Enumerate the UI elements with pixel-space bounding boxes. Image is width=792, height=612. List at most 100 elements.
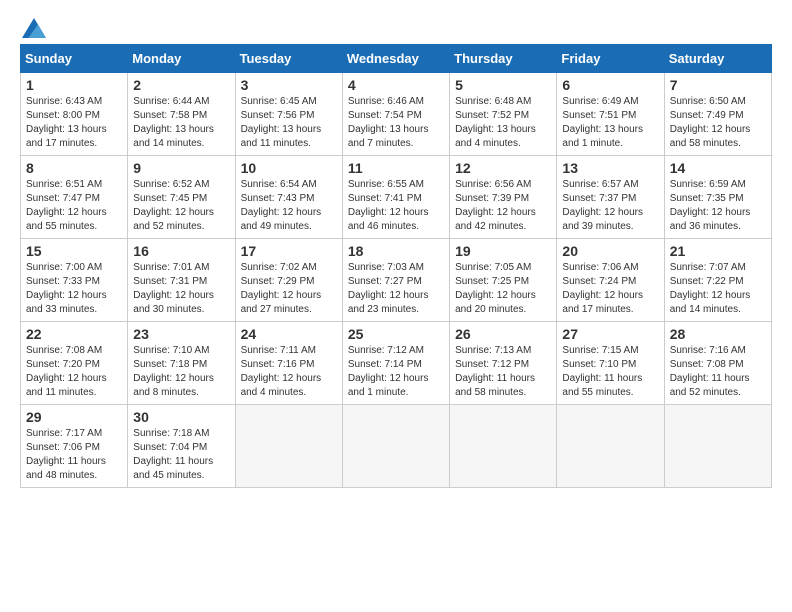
day-info: Sunrise: 7:17 AM Sunset: 7:06 PM Dayligh… bbox=[26, 427, 122, 483]
day-number: 19 bbox=[455, 243, 551, 259]
calendar-day-cell bbox=[450, 405, 557, 488]
day-info: Sunrise: 7:18 AM Sunset: 7:04 PM Dayligh… bbox=[133, 427, 229, 483]
day-info: Sunrise: 7:06 AM Sunset: 7:24 PM Dayligh… bbox=[562, 261, 658, 317]
day-number: 17 bbox=[241, 243, 337, 259]
day-number: 9 bbox=[133, 160, 229, 176]
day-number: 27 bbox=[562, 326, 658, 342]
column-header-saturday: Saturday bbox=[664, 45, 771, 73]
calendar-day-cell bbox=[557, 405, 664, 488]
day-number: 29 bbox=[26, 409, 122, 425]
day-info: Sunrise: 7:15 AM Sunset: 7:10 PM Dayligh… bbox=[562, 344, 658, 400]
logo bbox=[20, 20, 46, 34]
calendar-day-cell: 22 Sunrise: 7:08 AM Sunset: 7:20 PM Dayli… bbox=[21, 322, 128, 405]
column-header-sunday: Sunday bbox=[21, 45, 128, 73]
day-info: Sunrise: 7:08 AM Sunset: 7:20 PM Dayligh… bbox=[26, 344, 122, 400]
day-info: Sunrise: 6:57 AM Sunset: 7:37 PM Dayligh… bbox=[562, 178, 658, 234]
calendar-day-cell: 9Sunrise: 6:52 AM Sunset: 7:45 PM Daylig… bbox=[128, 156, 235, 239]
calendar-week-row: 22 Sunrise: 7:08 AM Sunset: 7:20 PM Dayli… bbox=[21, 322, 772, 405]
day-info: Sunrise: 7:13 AM Sunset: 7:12 PM Dayligh… bbox=[455, 344, 551, 400]
day-number: 25 bbox=[348, 326, 444, 342]
column-header-tuesday: Tuesday bbox=[235, 45, 342, 73]
day-number: 11 bbox=[348, 160, 444, 176]
calendar-day-cell bbox=[235, 405, 342, 488]
day-info: Sunrise: 7:00 AM Sunset: 7:33 PM Dayligh… bbox=[26, 261, 122, 317]
day-info: Sunrise: 6:54 AM Sunset: 7:43 PM Dayligh… bbox=[241, 178, 337, 234]
calendar-week-row: 15 Sunrise: 7:00 AM Sunset: 7:33 PM Dayli… bbox=[21, 239, 772, 322]
day-info: Sunrise: 7:11 AM Sunset: 7:16 PM Dayligh… bbox=[241, 344, 337, 400]
day-info: Sunrise: 6:55 AM Sunset: 7:41 PM Dayligh… bbox=[348, 178, 444, 234]
day-number: 6 bbox=[562, 77, 658, 93]
calendar-day-cell: 2 Sunrise: 6:44 AM Sunset: 7:58 PM Daylig… bbox=[128, 73, 235, 156]
day-number: 14 bbox=[670, 160, 766, 176]
calendar-day-cell: 20 Sunrise: 7:06 AM Sunset: 7:24 PM Dayli… bbox=[557, 239, 664, 322]
column-header-wednesday: Wednesday bbox=[342, 45, 449, 73]
day-info: Sunrise: 6:59 AM Sunset: 7:35 PM Dayligh… bbox=[670, 178, 766, 234]
page-header bbox=[20, 20, 772, 34]
day-number: 22 bbox=[26, 326, 122, 342]
calendar-day-cell: 23Sunrise: 7:10 AM Sunset: 7:18 PM Dayli… bbox=[128, 322, 235, 405]
calendar-day-cell: 12 Sunrise: 6:56 AM Sunset: 7:39 PM Dayli… bbox=[450, 156, 557, 239]
calendar-day-cell: 13 Sunrise: 6:57 AM Sunset: 7:37 PM Dayli… bbox=[557, 156, 664, 239]
day-info: Sunrise: 6:44 AM Sunset: 7:58 PM Dayligh… bbox=[133, 95, 229, 151]
calendar-day-cell: 17 Sunrise: 7:02 AM Sunset: 7:29 PM Dayli… bbox=[235, 239, 342, 322]
day-number: 20 bbox=[562, 243, 658, 259]
day-number: 21 bbox=[670, 243, 766, 259]
calendar-day-cell: 4Sunrise: 6:46 AM Sunset: 7:54 PM Daylig… bbox=[342, 73, 449, 156]
day-number: 10 bbox=[241, 160, 337, 176]
day-number: 3 bbox=[241, 77, 337, 93]
calendar-day-cell: 18 Sunrise: 7:03 AM Sunset: 7:27 PM Dayli… bbox=[342, 239, 449, 322]
day-number: 28 bbox=[670, 326, 766, 342]
calendar-day-cell: 6 Sunrise: 6:49 AM Sunset: 7:51 PM Daylig… bbox=[557, 73, 664, 156]
calendar-day-cell: 10 Sunrise: 6:54 AM Sunset: 7:43 PM Dayli… bbox=[235, 156, 342, 239]
day-info: Sunrise: 6:43 AM Sunset: 8:00 PM Dayligh… bbox=[26, 95, 122, 151]
calendar-day-cell: 27 Sunrise: 7:15 AM Sunset: 7:10 PM Dayli… bbox=[557, 322, 664, 405]
column-header-friday: Friday bbox=[557, 45, 664, 73]
day-info: Sunrise: 6:50 AM Sunset: 7:49 PM Dayligh… bbox=[670, 95, 766, 151]
day-info: Sunrise: 6:48 AM Sunset: 7:52 PM Dayligh… bbox=[455, 95, 551, 151]
calendar-day-cell: 28 Sunrise: 7:16 AM Sunset: 7:08 PM Dayli… bbox=[664, 322, 771, 405]
calendar-week-row: 29 Sunrise: 7:17 AM Sunset: 7:06 PM Dayli… bbox=[21, 405, 772, 488]
calendar-day-cell: 19 Sunrise: 7:05 AM Sunset: 7:25 PM Dayli… bbox=[450, 239, 557, 322]
calendar-day-cell: 24 Sunrise: 7:11 AM Sunset: 7:16 PM Dayli… bbox=[235, 322, 342, 405]
calendar-day-cell: 29 Sunrise: 7:17 AM Sunset: 7:06 PM Dayli… bbox=[21, 405, 128, 488]
logo-icon bbox=[22, 18, 46, 38]
calendar-day-cell: 8 Sunrise: 6:51 AM Sunset: 7:47 PM Daylig… bbox=[21, 156, 128, 239]
calendar-day-cell: 26 Sunrise: 7:13 AM Sunset: 7:12 PM Dayli… bbox=[450, 322, 557, 405]
calendar-day-cell bbox=[664, 405, 771, 488]
calendar-day-cell: 1 Sunrise: 6:43 AM Sunset: 8:00 PM Daylig… bbox=[21, 73, 128, 156]
day-number: 23 bbox=[133, 326, 229, 342]
day-info: Sunrise: 6:45 AM Sunset: 7:56 PM Dayligh… bbox=[241, 95, 337, 151]
day-number: 30 bbox=[133, 409, 229, 425]
day-info: Sunrise: 6:51 AM Sunset: 7:47 PM Dayligh… bbox=[26, 178, 122, 234]
day-info: Sunrise: 7:03 AM Sunset: 7:27 PM Dayligh… bbox=[348, 261, 444, 317]
calendar-day-cell: 3 Sunrise: 6:45 AM Sunset: 7:56 PM Daylig… bbox=[235, 73, 342, 156]
calendar-week-row: 1 Sunrise: 6:43 AM Sunset: 8:00 PM Daylig… bbox=[21, 73, 772, 156]
day-info: Sunrise: 7:05 AM Sunset: 7:25 PM Dayligh… bbox=[455, 261, 551, 317]
column-header-monday: Monday bbox=[128, 45, 235, 73]
day-number: 24 bbox=[241, 326, 337, 342]
calendar-day-cell: 5 Sunrise: 6:48 AM Sunset: 7:52 PM Daylig… bbox=[450, 73, 557, 156]
calendar-week-row: 8 Sunrise: 6:51 AM Sunset: 7:47 PM Daylig… bbox=[21, 156, 772, 239]
day-number: 2 bbox=[133, 77, 229, 93]
calendar-day-cell: 25Sunrise: 7:12 AM Sunset: 7:14 PM Dayli… bbox=[342, 322, 449, 405]
calendar-day-cell: 15 Sunrise: 7:00 AM Sunset: 7:33 PM Dayli… bbox=[21, 239, 128, 322]
calendar-day-cell: 21 Sunrise: 7:07 AM Sunset: 7:22 PM Dayli… bbox=[664, 239, 771, 322]
day-number: 8 bbox=[26, 160, 122, 176]
day-number: 12 bbox=[455, 160, 551, 176]
day-number: 5 bbox=[455, 77, 551, 93]
day-number: 26 bbox=[455, 326, 551, 342]
day-info: Sunrise: 6:56 AM Sunset: 7:39 PM Dayligh… bbox=[455, 178, 551, 234]
calendar-day-cell: 7 Sunrise: 6:50 AM Sunset: 7:49 PM Daylig… bbox=[664, 73, 771, 156]
column-header-thursday: Thursday bbox=[450, 45, 557, 73]
day-info: Sunrise: 7:16 AM Sunset: 7:08 PM Dayligh… bbox=[670, 344, 766, 400]
day-info: Sunrise: 7:07 AM Sunset: 7:22 PM Dayligh… bbox=[670, 261, 766, 317]
day-number: 1 bbox=[26, 77, 122, 93]
day-info: Sunrise: 7:02 AM Sunset: 7:29 PM Dayligh… bbox=[241, 261, 337, 317]
day-number: 18 bbox=[348, 243, 444, 259]
day-number: 7 bbox=[670, 77, 766, 93]
calendar-day-cell: 30 Sunrise: 7:18 AM Sunset: 7:04 PM Dayli… bbox=[128, 405, 235, 488]
day-number: 15 bbox=[26, 243, 122, 259]
day-info: Sunrise: 6:49 AM Sunset: 7:51 PM Dayligh… bbox=[562, 95, 658, 151]
day-number: 13 bbox=[562, 160, 658, 176]
calendar-day-cell: 14 Sunrise: 6:59 AM Sunset: 7:35 PM Dayli… bbox=[664, 156, 771, 239]
